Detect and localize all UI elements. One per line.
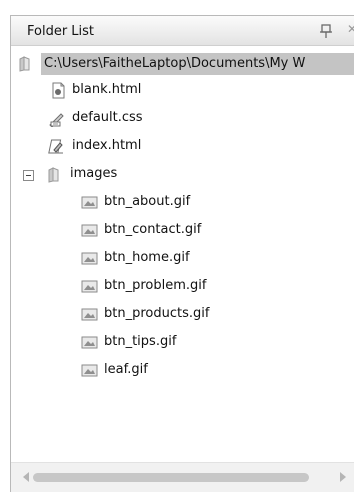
horizontal-scrollbar[interactable] xyxy=(11,462,354,492)
tree-item-index-html[interactable]: index.html xyxy=(11,136,354,158)
folder-icon xyxy=(47,166,64,183)
folder-list-panel: Folder List ✕ C:\Users\FaitheLaptop\Docu… xyxy=(10,15,354,492)
tree-folder-label: images xyxy=(70,166,118,181)
tree-item-default-css[interactable]: default.css xyxy=(11,108,354,130)
html-page-icon xyxy=(50,82,67,99)
tree-item-label: btn_home.gif xyxy=(104,250,190,265)
tree-folder-images[interactable]: images xyxy=(11,164,354,186)
tree-item-label: btn_about.gif xyxy=(104,194,191,209)
tree-item-blank-html[interactable]: blank.html xyxy=(11,80,354,102)
image-file-icon xyxy=(81,278,98,295)
home-page-icon xyxy=(48,138,65,155)
tree-item-image-file[interactable]: btn_products.gif xyxy=(11,304,354,326)
scroll-left-arrow-icon[interactable] xyxy=(23,472,29,482)
tree-item-label: blank.html xyxy=(72,82,142,97)
scroll-thumb[interactable] xyxy=(33,473,309,482)
tree-root-item[interactable]: C:\Users\FaitheLaptop\Documents\My W xyxy=(11,53,354,75)
image-file-icon xyxy=(81,334,98,351)
tree-root-label: C:\Users\FaitheLaptop\Documents\My W xyxy=(44,56,306,71)
tree-item-image-file[interactable]: btn_home.gif xyxy=(11,248,354,270)
tree-item-image-file[interactable]: btn_problem.gif xyxy=(11,276,354,298)
close-icon[interactable]: ✕ xyxy=(347,22,354,38)
tree-item-image-file[interactable]: btn_contact.gif xyxy=(11,220,354,242)
css-file-icon xyxy=(48,110,65,128)
image-file-icon xyxy=(81,222,98,239)
tree-item-label: btn_products.gif xyxy=(104,306,210,321)
image-file-icon xyxy=(81,306,98,323)
tree-item-label: default.css xyxy=(72,110,143,125)
tree-item-label: btn_tips.gif xyxy=(104,334,177,349)
collapse-toggle-icon[interactable] xyxy=(23,170,34,181)
panel-title-bar: Folder List ✕ xyxy=(11,16,354,46)
folder-icon xyxy=(18,55,35,72)
tree-item-label: btn_contact.gif xyxy=(104,222,202,237)
tree-item-label: btn_problem.gif xyxy=(104,278,207,293)
panel-title: Folder List xyxy=(27,24,95,39)
tree-item-image-file[interactable]: btn_about.gif xyxy=(11,192,354,214)
image-file-icon xyxy=(81,194,98,211)
tree-item-label: index.html xyxy=(72,138,142,153)
scroll-right-arrow-icon[interactable] xyxy=(340,472,346,482)
pin-icon[interactable] xyxy=(318,23,334,39)
image-file-icon xyxy=(81,250,98,267)
tree-item-image-file[interactable]: btn_tips.gif xyxy=(11,332,354,354)
tree-item-image-file[interactable]: leaf.gif xyxy=(11,360,354,382)
tree-item-label: leaf.gif xyxy=(104,362,148,377)
image-file-icon xyxy=(81,362,98,379)
